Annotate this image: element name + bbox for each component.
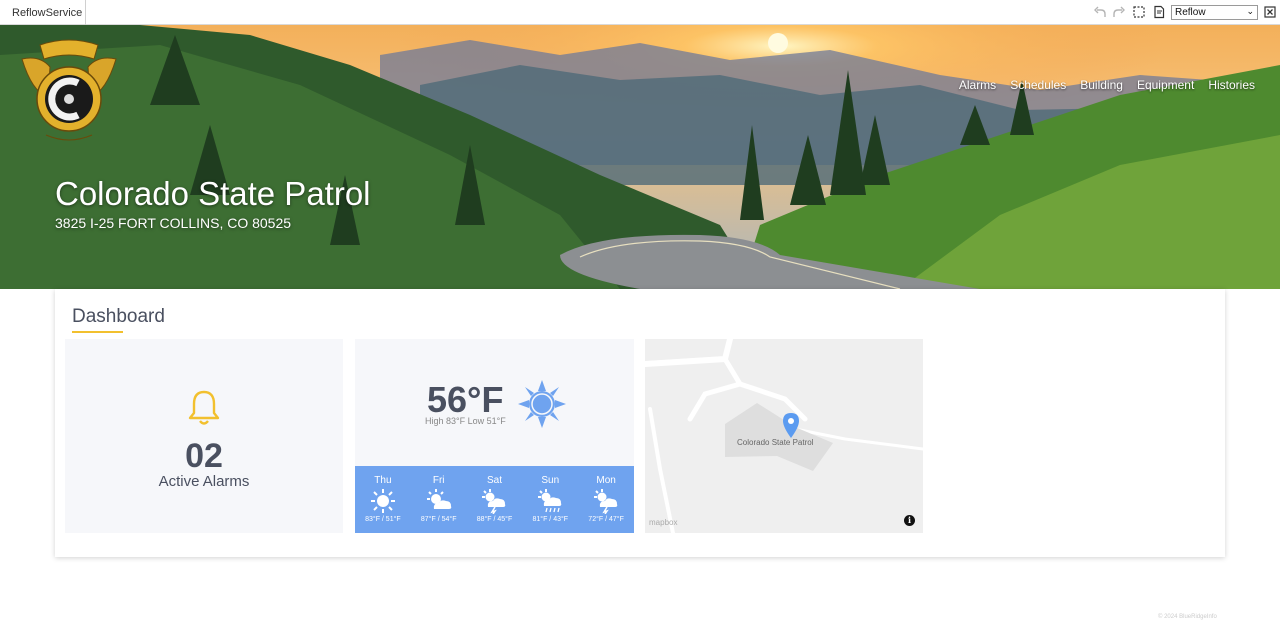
- alarm-count: 02: [185, 437, 223, 475]
- weather-card: 56°F High 83°F Low 51°F Thu 83°F / 51°F …: [355, 339, 634, 533]
- top-toolbar: ReflowService Reflow ⌄: [0, 0, 1280, 25]
- landscape-image: [0, 25, 1280, 289]
- thunderstorm-icon: [482, 489, 506, 514]
- view-mode-select[interactable]: Reflow ⌄: [1171, 5, 1258, 20]
- mapbox-attribution[interactable]: mapbox: [649, 518, 677, 527]
- footer-copyright: © 2024 BlueRidgeInfo: [1158, 614, 1217, 620]
- sun-icon: [370, 489, 395, 513]
- forecast-strip: Thu 83°F / 51°F Fri 87°F / 54°F Sat 88°F…: [355, 466, 634, 533]
- forecast-day: Sun 81°F / 43°F: [522, 466, 578, 533]
- active-alarms-card[interactable]: 02 Active Alarms: [65, 339, 343, 533]
- forecast-range: 87°F / 54°F: [420, 516, 457, 523]
- forecast-range: 81°F / 43°F: [532, 516, 569, 523]
- map-canvas[interactable]: [645, 339, 923, 533]
- forecast-day: Mon 72°F / 47°F: [578, 466, 634, 533]
- rain-sun-icon: [538, 489, 562, 513]
- high-low-temperature: High 83°F Low 51°F: [425, 416, 506, 426]
- location-map[interactable]: Colorado State Patrol mapbox i: [645, 339, 923, 533]
- alarm-label: Active Alarms: [158, 473, 250, 490]
- site-title: Colorado State Patrol: [55, 175, 371, 212]
- current-temperature: 56°F: [427, 379, 504, 420]
- nav-building[interactable]: Building: [1080, 78, 1123, 92]
- hero-banner: Alarms Schedules Building Equipment Hist…: [0, 25, 1280, 289]
- main-nav: Alarms Schedules Building Equipment Hist…: [959, 78, 1255, 92]
- close-icon[interactable]: [1263, 5, 1277, 19]
- partly-cloudy-icon: [426, 489, 451, 509]
- document-icon[interactable]: [1152, 5, 1166, 19]
- forecast-day-name: Fri: [432, 475, 445, 486]
- dashboard-panel: Dashboard 02 Active Alarms 56°F High 83°…: [55, 289, 1225, 557]
- forecast-day-name: Sun: [541, 475, 560, 486]
- dashboard-title: Dashboard: [72, 306, 165, 327]
- title-underline: [72, 331, 123, 333]
- select-region-icon[interactable]: [1132, 5, 1146, 19]
- sun-icon: [518, 380, 566, 428]
- forecast-day: Fri 87°F / 54°F: [411, 466, 467, 533]
- forecast-day: Sat 88°F / 45°F: [467, 466, 523, 533]
- bell-icon: [188, 390, 220, 425]
- map-place-label: Colorado State Patrol: [737, 438, 814, 447]
- forecast-range: 72°F / 47°F: [588, 516, 624, 523]
- view-mode-value: Reflow: [1175, 7, 1206, 18]
- nav-alarms[interactable]: Alarms: [959, 78, 996, 92]
- forecast-day-name: Mon: [596, 475, 616, 486]
- state-patrol-logo: [21, 39, 117, 141]
- thunderstorm-icon: [594, 489, 618, 514]
- nav-histories[interactable]: Histories: [1208, 78, 1255, 92]
- forecast-range: 88°F / 45°F: [476, 516, 513, 523]
- nav-schedules[interactable]: Schedules: [1010, 78, 1066, 92]
- tab-reflowservice[interactable]: ReflowService: [0, 0, 86, 25]
- undo-icon[interactable]: [1093, 5, 1107, 19]
- forecast-day-name: Thu: [374, 475, 392, 486]
- info-icon[interactable]: i: [904, 515, 915, 526]
- nav-equipment[interactable]: Equipment: [1137, 78, 1194, 92]
- forecast-day: Thu 83°F / 51°F: [355, 466, 411, 533]
- site-address: 3825 I-25 FORT COLLINS, CO 80525: [55, 215, 292, 231]
- forecast-range: 83°F / 51°F: [365, 516, 401, 523]
- redo-icon[interactable]: [1112, 5, 1126, 19]
- forecast-day-name: Sat: [486, 475, 502, 486]
- chevron-down-icon: ⌄: [1246, 6, 1254, 16]
